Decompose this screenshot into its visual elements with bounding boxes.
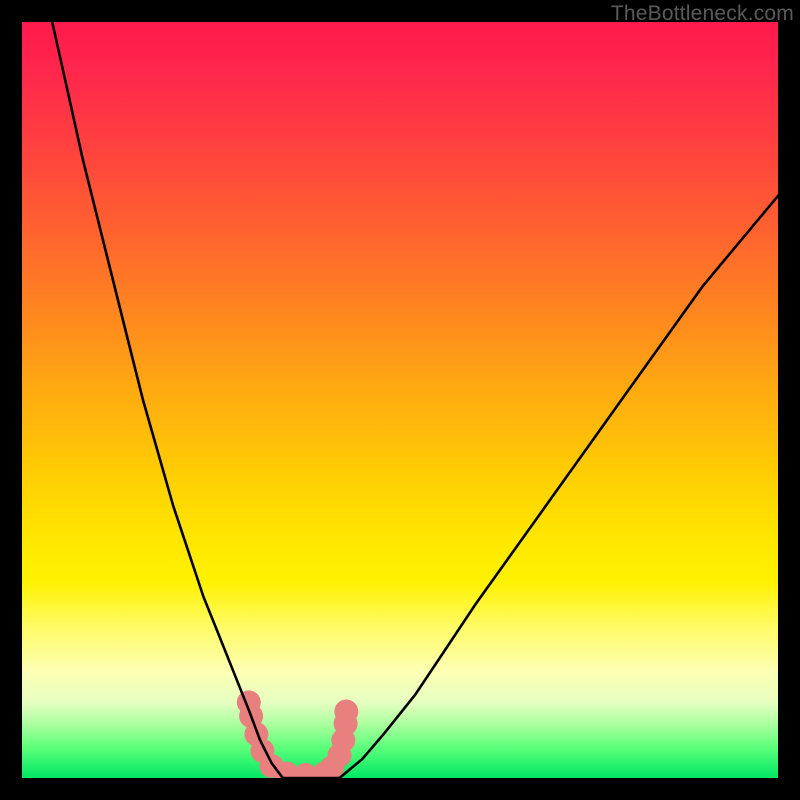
watermark-text: TheBottleneck.com [611,2,794,26]
right-curve-path [340,196,779,778]
left-curve-path [52,22,283,778]
plot-area [22,22,778,778]
marker-dot [334,700,358,724]
chart-svg [22,22,778,778]
marker-group [237,690,358,778]
